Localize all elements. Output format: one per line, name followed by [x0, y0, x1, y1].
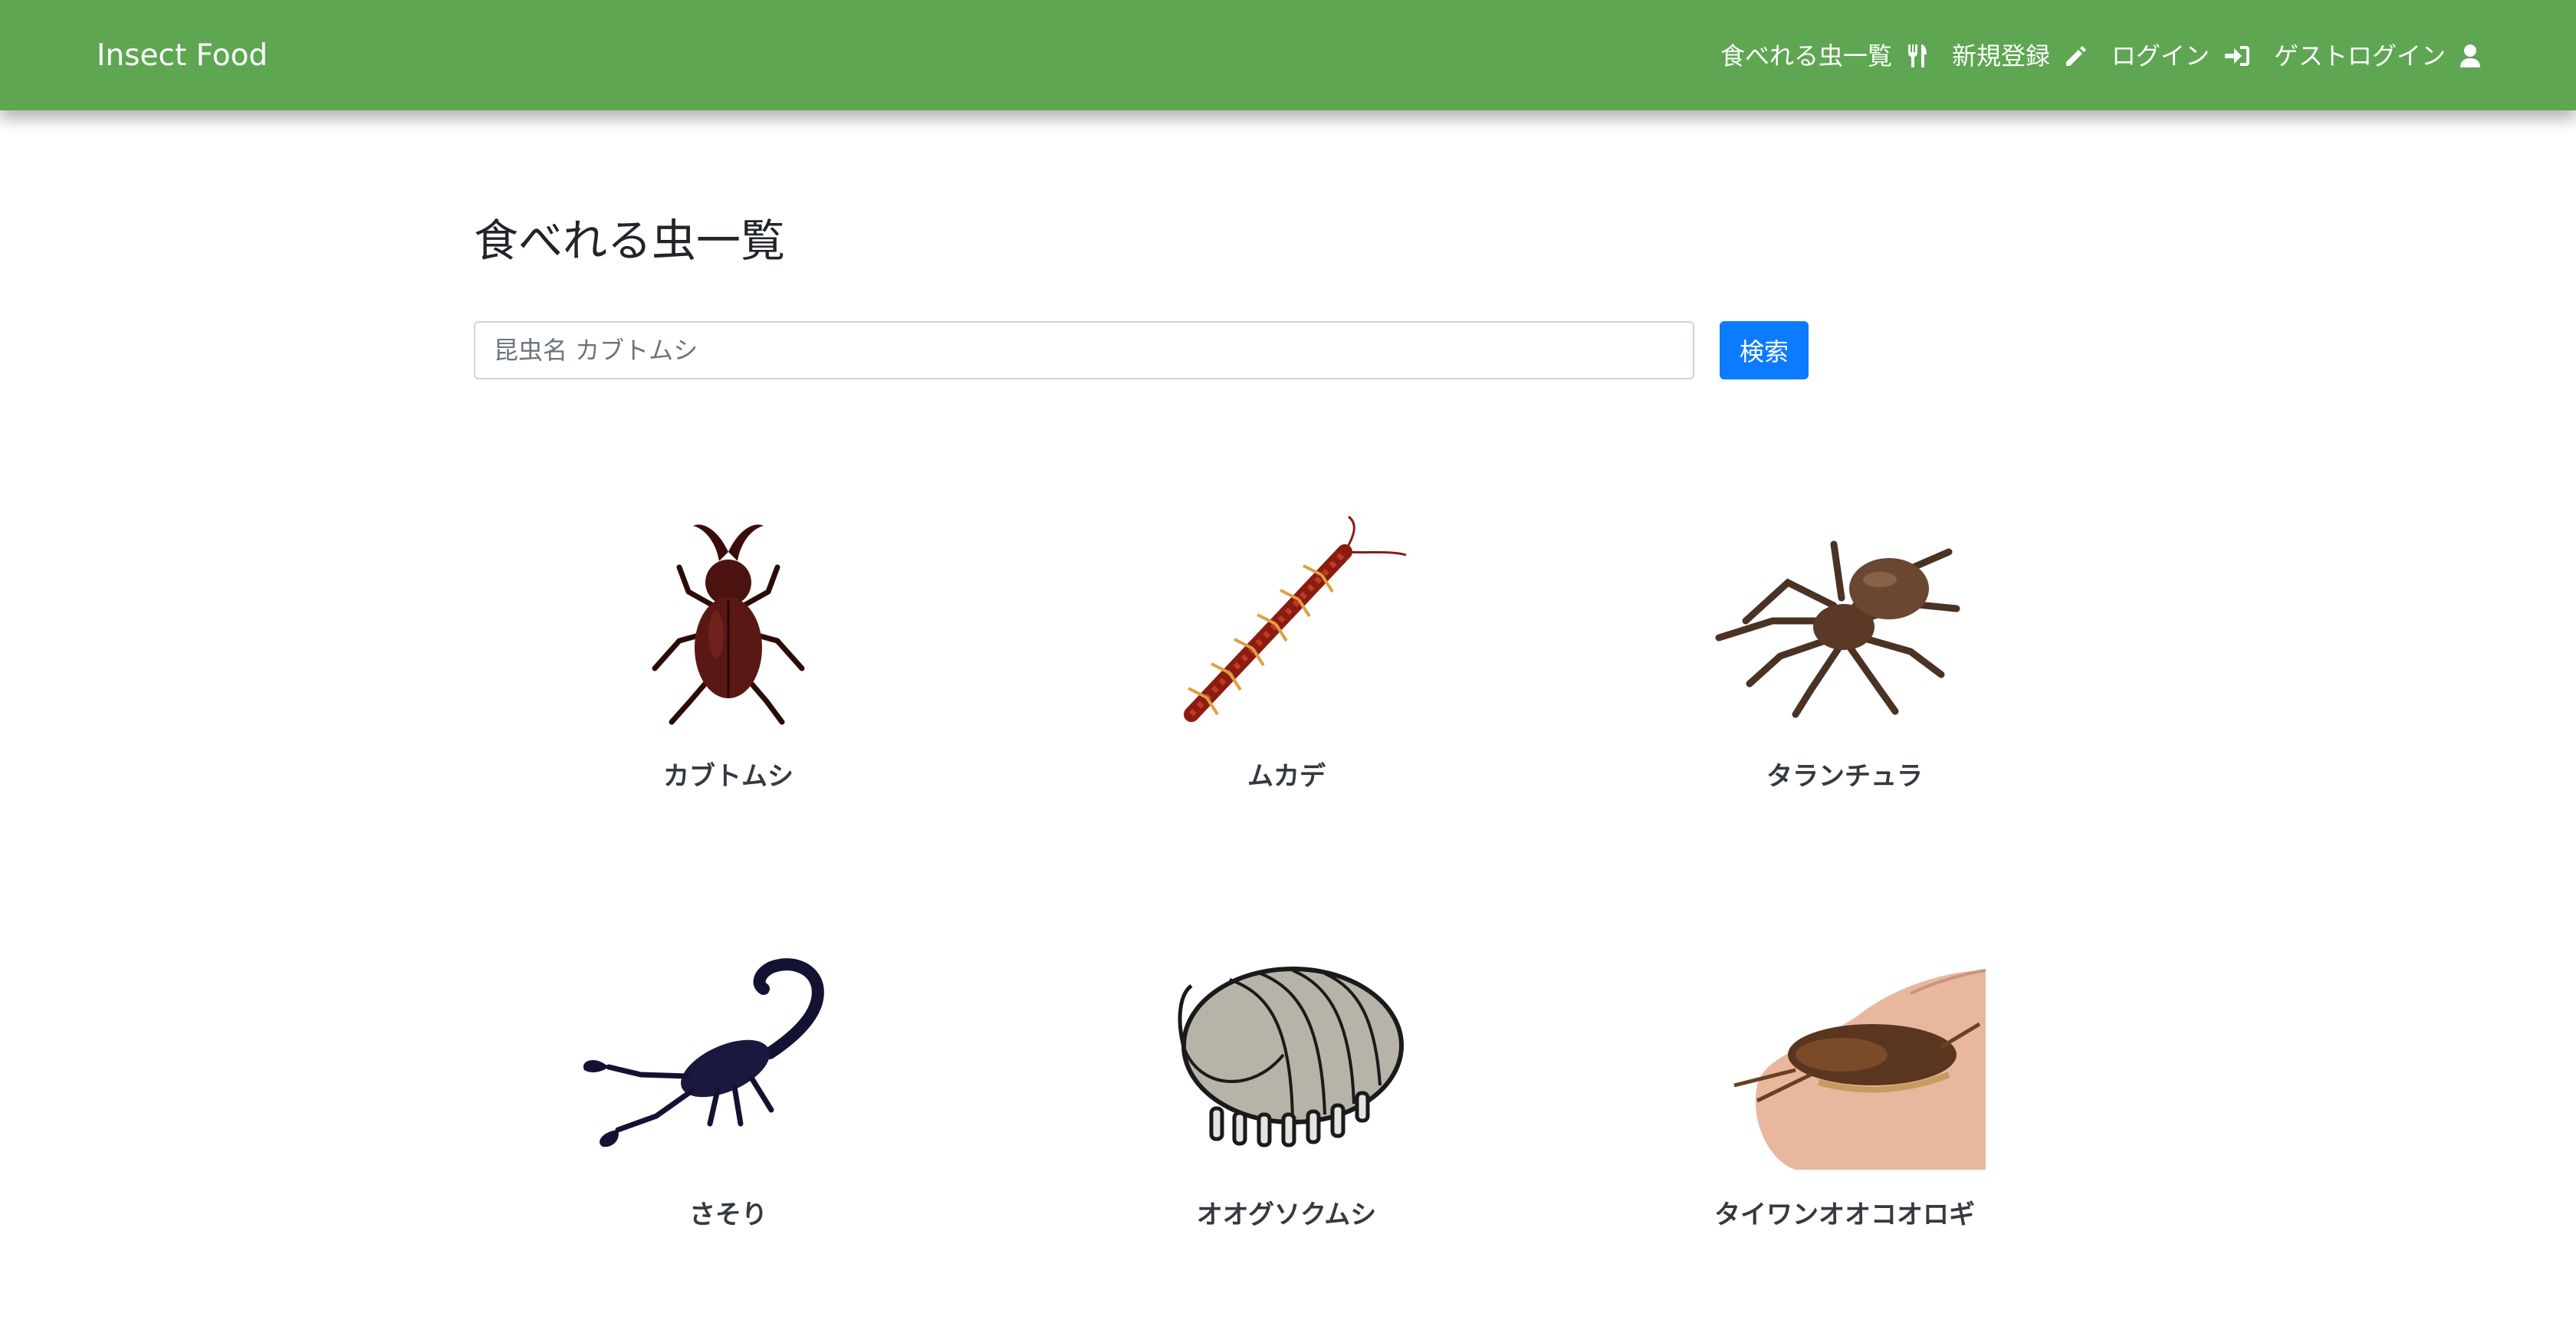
utensils-icon — [1907, 44, 1927, 67]
cricket-in-hand-photo — [1722, 940, 1986, 1170]
tarantula-image — [1715, 540, 1960, 718]
nav-login[interactable]: ログイン — [2111, 35, 2251, 77]
pencil-icon — [2065, 46, 2086, 66]
page-title: 食べれる虫一覧 — [474, 215, 786, 267]
insect-card[interactable]: タランチュラ — [1566, 506, 2124, 797]
insect-card[interactable]: ムカデ — [1007, 506, 1566, 797]
insect-name[interactable]: タランチュラ — [1566, 755, 2124, 793]
insect-name[interactable]: タイワンオオコオロギ — [1566, 1193, 2124, 1231]
nav-register-label: 新規登録 — [1951, 41, 2050, 71]
rhinoceros-beetle-image — [652, 524, 805, 725]
giant-isopod-image — [1178, 967, 1404, 1147]
search-input[interactable] — [474, 321, 1694, 379]
insect-card[interactable]: カブトムシ — [449, 506, 1007, 797]
insect-name[interactable]: オオグソクムシ — [1007, 1193, 1566, 1231]
sign-in-icon — [2224, 46, 2249, 66]
nav-insect-list-label: 食べれる虫一覧 — [1720, 41, 1892, 71]
nav-login-label: ログイン — [2111, 41, 2210, 71]
insect-card[interactable]: オオグソクムシ — [1007, 940, 1566, 1231]
nav-guest-login-label: ゲストログイン — [2273, 41, 2446, 71]
nav-guest-login[interactable]: ゲストログイン — [2274, 35, 2481, 77]
nav-links: 食べれる虫一覧 新規登録 ログイン ゲストログイン — [1720, 35, 2481, 77]
centipede-image — [1184, 515, 1407, 722]
nav-insect-list[interactable]: 食べれる虫一覧 — [1720, 35, 1929, 77]
navbar: Insect Food 食べれる虫一覧 新規登録 ログイン ゲストログイン — [0, 0, 2576, 110]
user-icon — [2460, 44, 2480, 67]
nav-register[interactable]: 新規登録 — [1952, 35, 2088, 77]
insect-name[interactable]: さそり — [449, 1193, 1007, 1231]
insect-name[interactable]: ムカデ — [1007, 755, 1566, 793]
scorpion-image — [583, 958, 824, 1147]
brand-link[interactable]: Insect Food — [97, 35, 268, 77]
insect-name[interactable]: カブトムシ — [449, 755, 1007, 793]
search-button[interactable]: 検索 — [1720, 321, 1809, 379]
insect-card[interactable]: タイワンオオコオロギ — [1566, 940, 2124, 1231]
insect-card[interactable]: さそり — [449, 940, 1007, 1231]
